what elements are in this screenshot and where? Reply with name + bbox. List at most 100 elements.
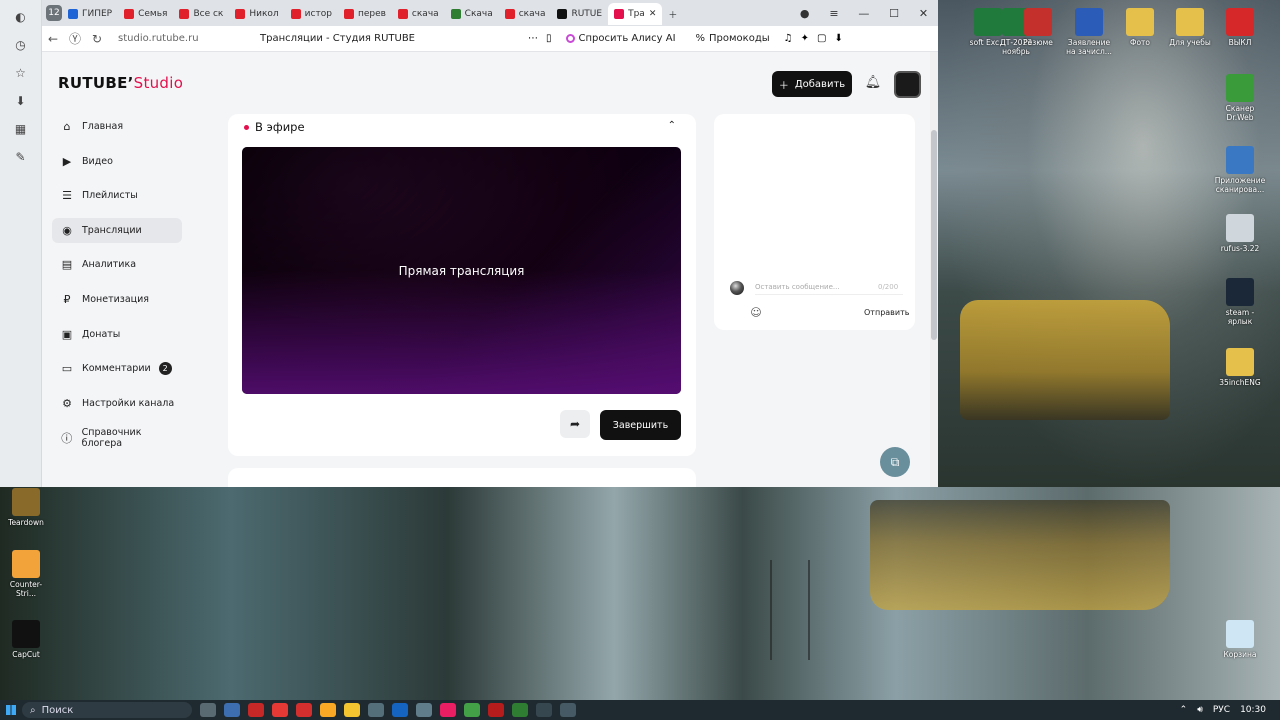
sidebar-item-guide[interactable]: ⓘ Справочник блогера <box>52 425 182 450</box>
desktop-icon-photo[interactable]: Фото <box>1114 8 1166 48</box>
tab[interactable]: истор <box>285 3 338 25</box>
app-icon[interactable] <box>392 703 408 717</box>
bookmark-icon[interactable]: ▯ <box>546 33 552 44</box>
popout-icon[interactable]: ⧉ <box>880 447 910 477</box>
send-button[interactable]: Отправить <box>864 308 909 317</box>
desktop-icon-label: Teardown <box>8 518 44 527</box>
alice-button[interactable]: Спросить Алису AI <box>560 31 682 46</box>
voice-icon[interactable]: ♫ <box>784 33 793 44</box>
speaker-icon[interactable]: 🔊︎ <box>1197 705 1203 715</box>
end-stream-button[interactable]: Завершить <box>600 410 681 440</box>
taskbar-search[interactable]: ⌕ Поиск <box>22 702 192 718</box>
more-icon[interactable]: ⋯ <box>528 33 538 44</box>
app-64-icon[interactable] <box>296 703 312 717</box>
share-button[interactable]: ➦ <box>560 410 590 438</box>
tab-count-badge[interactable]: 12 <box>46 5 62 21</box>
desktop-icon-35inch[interactable]: 35inchENG <box>1214 348 1266 388</box>
app-icon[interactable] <box>248 703 264 717</box>
clock[interactable]: 10:30 <box>1240 705 1266 715</box>
desktop-icon-scanner[interactable]: Приложение сканирова... <box>1214 146 1266 194</box>
history-icon[interactable]: ◷ <box>10 34 32 56</box>
chrome-icon[interactable] <box>320 703 336 717</box>
logo-sub: Studio <box>133 74 184 92</box>
collections-icon[interactable]: ▢ <box>817 33 826 44</box>
add-button[interactable]: ＋ Добавить <box>772 71 852 97</box>
desktop-icon-counter-strike[interactable]: Counter-Stri... <box>0 550 52 598</box>
desktop-icon-recycle-bin[interactable]: Корзина <box>1214 620 1266 660</box>
sidebar-item-video[interactable]: ▶ Видео <box>52 149 182 174</box>
video-player[interactable]: Прямая трансляция <box>242 147 681 394</box>
tab[interactable]: Никол <box>229 3 284 25</box>
profile-icon[interactable]: ● <box>800 7 810 20</box>
reload-icon[interactable]: ↻ <box>86 32 108 46</box>
desktop-icon-capcut[interactable]: CapCut <box>0 620 52 660</box>
minimize-icon[interactable]: — <box>858 7 869 20</box>
tab[interactable]: скача <box>392 3 445 25</box>
task-view-icon[interactable] <box>200 703 216 717</box>
desktop-icon-application[interactable]: Заявление на зачисл... <box>1063 8 1115 56</box>
maximize-icon[interactable]: ☐ <box>889 7 899 20</box>
desktop-icon-teardown[interactable]: Teardown <box>0 488 52 528</box>
tab[interactable]: Скача <box>445 3 499 25</box>
extension-icon[interactable]: ✦ <box>801 33 809 44</box>
desktop-icon-rufus[interactable]: rufus-3.22 <box>1214 214 1266 254</box>
sidebar-item-analytics[interactable]: ▤ Аналитика <box>52 252 182 277</box>
rutube-logo[interactable]: RUTUBE’Studio <box>58 74 183 92</box>
tab[interactable]: скача <box>499 3 552 25</box>
tab[interactable]: перев <box>338 3 392 25</box>
chevron-up-icon[interactable]: ⌃ <box>668 120 676 131</box>
tab-active[interactable]: Тра ✕ <box>608 3 663 25</box>
app-icon[interactable] <box>416 703 432 717</box>
chevron-up-icon[interactable]: ⌃ <box>1180 705 1188 715</box>
window-controls: ● ≡ — ☐ ✕ <box>790 0 938 26</box>
close-icon[interactable]: ✕ <box>919 7 928 20</box>
desktop-icon-shutdown[interactable]: ВЫКЛ <box>1214 8 1266 48</box>
sidebar-item-playlists[interactable]: ☰ Плейлисты <box>52 183 182 208</box>
download-icon[interactable]: ⬇ <box>834 33 842 44</box>
sidebar-item-settings[interactable]: ⚙ Настройки канала <box>52 391 182 416</box>
calendar-icon[interactable]: ▦ <box>10 118 32 140</box>
settings-icon: ⚙ <box>62 396 72 410</box>
back-icon[interactable]: ← <box>42 32 64 46</box>
downloads-icon[interactable]: ⬇ <box>10 90 32 112</box>
scrollbar-thumb[interactable] <box>931 130 937 340</box>
tab[interactable]: ГИПЕР <box>62 3 118 25</box>
promo-button[interactable]: % Промокоды <box>690 31 776 46</box>
new-tab-button[interactable]: ＋ <box>662 3 683 25</box>
bell-icon[interactable]: 🔔︎ <box>864 75 882 93</box>
app-icon[interactable] <box>536 703 552 717</box>
lang-indicator[interactable]: РУС <box>1213 705 1230 715</box>
notes-icon[interactable]: ✎ <box>10 146 32 168</box>
page-title: Трансляции - Студия RUTUBE <box>260 33 416 44</box>
sidebar-item-home[interactable]: ⌂ Главная <box>52 114 182 139</box>
emoji-icon[interactable]: ☺ <box>750 307 762 319</box>
tab[interactable]: RUTUE <box>551 3 608 25</box>
sidebar-item-monetization[interactable]: ₽ Монетизация <box>52 287 182 312</box>
app-icon[interactable] <box>560 703 576 717</box>
avatar[interactable] <box>894 71 921 98</box>
desktop-icon-resume[interactable]: Резюме <box>1012 8 1064 48</box>
desktop-icon-drweb[interactable]: Сканер Dr.Web <box>1214 74 1266 122</box>
app-icon[interactable] <box>488 703 504 717</box>
sidebar-item-comments[interactable]: ▭ Комментарии 2 <box>52 356 182 381</box>
app-icon[interactable] <box>464 703 480 717</box>
yandex-icon[interactable]: Ⓨ <box>64 30 86 47</box>
sidebar-item-donations[interactable]: ▣ Донаты <box>52 322 182 347</box>
yandex-browser-icon[interactable] <box>272 703 288 717</box>
app-icon[interactable] <box>512 703 528 717</box>
close-tab-icon[interactable]: ✕ <box>649 9 657 19</box>
calculator-icon[interactable] <box>224 703 240 717</box>
menu-icon[interactable]: ≡ <box>829 7 838 20</box>
tab[interactable]: Семья <box>118 3 173 25</box>
desktop-icon-study[interactable]: Для учебы <box>1164 8 1216 48</box>
browser-menu-icon[interactable]: ◐ <box>10 6 32 28</box>
desktop-icon-steam[interactable]: steam - ярлык <box>1214 278 1266 326</box>
start-button[interactable] <box>0 700 22 720</box>
app-icon[interactable] <box>440 703 456 717</box>
explorer-icon[interactable] <box>344 703 360 717</box>
settings-icon[interactable] <box>368 703 384 717</box>
url-field[interactable]: studio.rutube.ru <box>118 33 248 44</box>
sidebar-item-broadcasts[interactable]: ◉ Трансляции <box>52 217 182 243</box>
bookmarks-icon[interactable]: ☆ <box>10 62 32 84</box>
tab[interactable]: Все ск <box>173 3 229 25</box>
